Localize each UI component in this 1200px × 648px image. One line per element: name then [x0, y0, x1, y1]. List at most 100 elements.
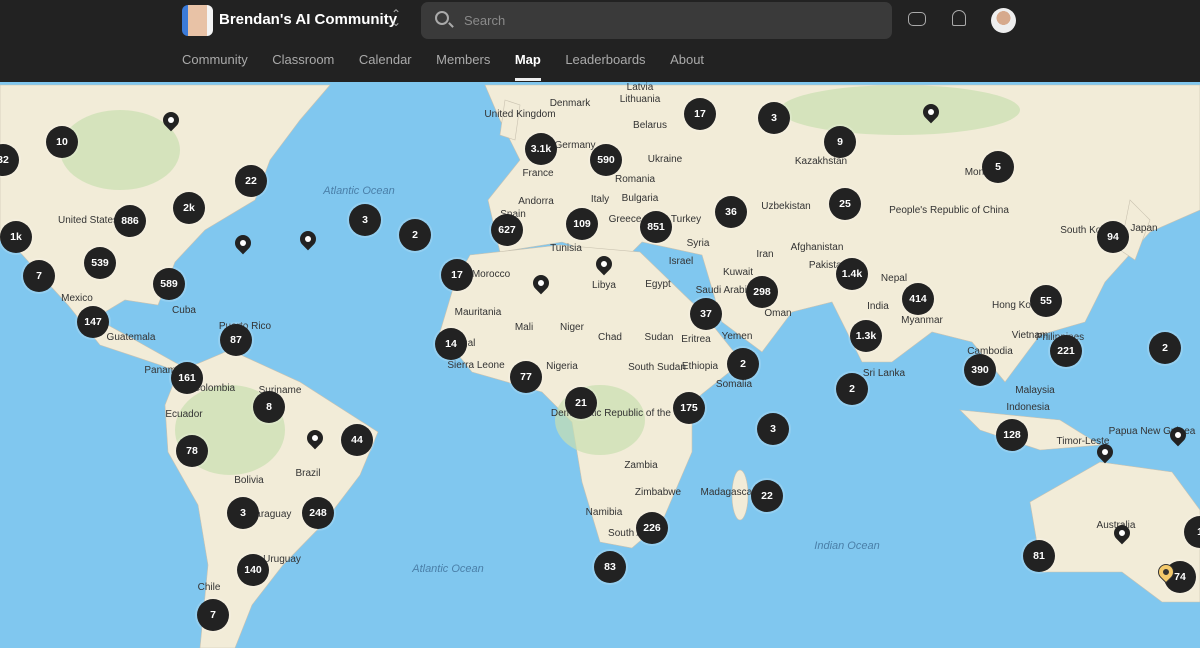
member-cluster-marker[interactable]: 17: [684, 98, 716, 130]
member-cluster-marker[interactable]: 590: [590, 144, 622, 176]
member-cluster-marker[interactable]: 3: [758, 102, 790, 134]
country-label: Sri Lanka: [862, 368, 906, 379]
member-cluster-marker[interactable]: 175: [673, 392, 705, 424]
country-label: India: [867, 301, 889, 312]
country-label: Namibia: [585, 507, 623, 518]
country-label: Mexico: [61, 293, 93, 304]
country-label: Lithuania: [619, 94, 661, 105]
member-cluster-marker[interactable]: 94: [1097, 221, 1129, 253]
ocean-label: Atlantic Ocean: [412, 563, 484, 575]
country-label: Greece: [608, 214, 642, 225]
members-map[interactable]: Denmark Latvia Lithuania United Kingdom Bela…: [0, 82, 1200, 648]
member-cluster-marker[interactable]: 2k: [173, 192, 205, 224]
member-cluster-marker[interactable]: 3.1k: [525, 133, 557, 165]
member-cluster-marker[interactable]: 886: [114, 205, 146, 237]
member-cluster-marker[interactable]: 3: [349, 204, 381, 236]
member-cluster-marker[interactable]: 78: [176, 435, 208, 467]
member-cluster-marker[interactable]: 21: [565, 387, 597, 419]
member-cluster-marker[interactable]: 627: [491, 214, 523, 246]
member-cluster-marker[interactable]: 147: [77, 306, 109, 338]
member-cluster-marker[interactable]: 414: [902, 283, 934, 315]
country-label: Kuwait: [722, 267, 754, 278]
ocean-label: Indian Ocean: [814, 540, 880, 552]
country-label: Libya: [592, 280, 616, 291]
member-cluster-marker[interactable]: 44: [341, 424, 373, 456]
member-cluster-marker[interactable]: 128: [996, 419, 1028, 451]
member-cluster-marker[interactable]: 1.4k: [836, 258, 868, 290]
member-cluster-marker[interactable]: 7: [23, 260, 55, 292]
country-label: Chad: [598, 332, 622, 343]
tab-community[interactable]: Community: [182, 52, 248, 67]
member-cluster-marker[interactable]: 2: [1149, 332, 1181, 364]
member-cluster-marker[interactable]: 10: [46, 126, 78, 158]
member-cluster-marker[interactable]: 2: [399, 219, 431, 251]
chat-icon[interactable]: [908, 12, 926, 26]
country-label: Bolivia: [234, 475, 264, 486]
member-cluster-marker[interactable]: 161: [171, 362, 203, 394]
member-cluster-marker[interactable]: 36: [715, 196, 747, 228]
member-cluster-marker[interactable]: 109: [566, 208, 598, 240]
country-label: Sierra Leone: [447, 360, 505, 371]
notification-bell-icon[interactable]: [952, 10, 966, 26]
tab-calendar[interactable]: Calendar: [359, 52, 412, 67]
community-switcher-chevron-icon[interactable]: ⌃ ⌄: [389, 8, 403, 28]
member-cluster-marker[interactable]: 539: [84, 247, 116, 279]
member-cluster-marker[interactable]: 83: [594, 551, 626, 583]
tab-about[interactable]: About: [670, 52, 704, 67]
member-cluster-marker[interactable]: 248: [302, 497, 334, 529]
country-label: Mali: [514, 322, 534, 333]
country-label: Afghanistan: [790, 242, 844, 253]
member-cluster-marker[interactable]: 8: [253, 391, 285, 423]
member-cluster-marker[interactable]: 2: [836, 373, 868, 405]
member-cluster-marker[interactable]: 1k: [0, 221, 32, 253]
member-cluster-marker[interactable]: 589: [153, 268, 185, 300]
member-cluster-marker[interactable]: 390: [964, 354, 996, 386]
country-label: Eritrea: [681, 334, 711, 345]
member-cluster-marker[interactable]: 17: [441, 259, 473, 291]
member-cluster-marker[interactable]: 1.3k: [850, 320, 882, 352]
member-cluster-marker[interactable]: 5: [982, 151, 1014, 183]
country-label: Yemen: [721, 331, 753, 342]
country-label: Belarus: [633, 120, 667, 131]
member-cluster-marker[interactable]: 87: [220, 324, 252, 356]
member-cluster-marker[interactable]: 22: [751, 480, 783, 512]
main-nav: Community Classroom Calendar Members Map…: [182, 52, 729, 81]
member-cluster-marker[interactable]: 14: [435, 328, 467, 360]
member-cluster-marker[interactable]: 298: [746, 276, 778, 308]
member-cluster-marker[interactable]: 77: [510, 361, 542, 393]
member-cluster-marker[interactable]: 81: [1023, 540, 1055, 572]
member-cluster-marker[interactable]: 3: [227, 497, 259, 529]
member-cluster-marker[interactable]: 55: [1030, 285, 1062, 317]
community-name[interactable]: Brendan's AI Community: [219, 11, 397, 28]
member-cluster-marker[interactable]: 226: [636, 512, 668, 544]
country-label: Japan: [1130, 223, 1158, 234]
member-cluster-marker[interactable]: 140: [237, 554, 269, 586]
country-label: Somalia: [715, 379, 753, 390]
country-label: Myanmar: [901, 315, 943, 326]
tab-map[interactable]: Map: [514, 52, 541, 81]
country-label: Egypt: [645, 279, 671, 290]
country-label: Brazil: [295, 468, 321, 479]
country-label: Cuba: [172, 305, 196, 316]
member-cluster-marker[interactable]: 221: [1050, 335, 1082, 367]
country-label: United States: [57, 215, 119, 226]
tab-members[interactable]: Members: [436, 52, 490, 67]
member-cluster-marker[interactable]: 22: [235, 165, 267, 197]
search-icon: [435, 11, 449, 25]
member-cluster-marker[interactable]: 2: [727, 348, 759, 380]
member-cluster-marker[interactable]: 851: [640, 211, 672, 243]
member-cluster-marker[interactable]: 7: [197, 599, 229, 631]
tab-classroom[interactable]: Classroom: [272, 52, 334, 67]
country-label: Uzbekistan: [761, 201, 811, 212]
member-cluster-marker[interactable]: 25: [829, 188, 861, 220]
member-cluster-marker[interactable]: 3: [757, 413, 789, 445]
country-label: Bulgaria: [621, 193, 659, 204]
member-cluster-marker[interactable]: 37: [690, 298, 722, 330]
community-logo[interactable]: [182, 5, 213, 36]
user-avatar[interactable]: [991, 8, 1016, 33]
country-label: Chile: [197, 582, 221, 593]
country-label: People's Republic of China: [889, 205, 1009, 216]
tab-leaderboards[interactable]: Leaderboards: [565, 52, 645, 67]
member-cluster-marker[interactable]: 9: [824, 126, 856, 158]
search-input[interactable]: Search: [421, 2, 892, 39]
